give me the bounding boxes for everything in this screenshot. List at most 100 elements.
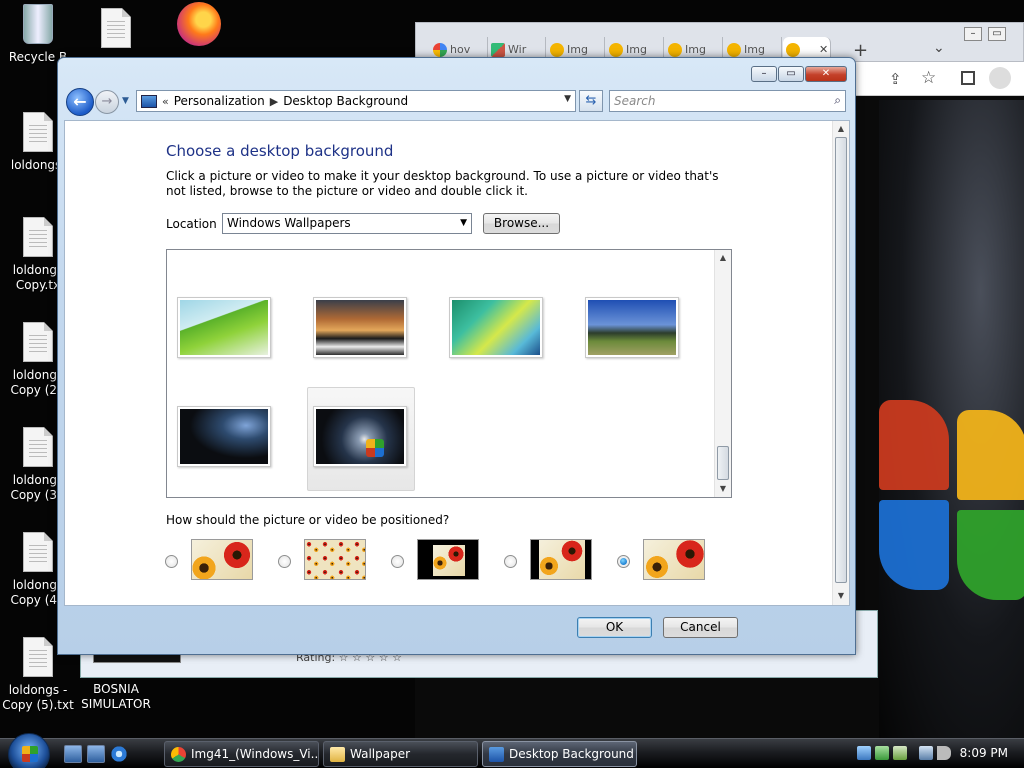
refresh-button[interactable]: ⇆ [579, 90, 603, 112]
back-button[interactable]: ← [66, 88, 94, 116]
windows-logo-icon [366, 439, 384, 457]
control-panel-icon [141, 94, 157, 108]
scroll-thumb[interactable] [835, 137, 847, 583]
scroll-thumb[interactable] [717, 446, 729, 480]
position-tile-preview[interactable] [304, 539, 366, 580]
firefox-icon [177, 2, 221, 46]
position-tile-radio[interactable] [278, 555, 291, 568]
search-icon[interactable]: ⌕ [834, 93, 841, 108]
wallpaper-gallery[interactable]: ▲ ▼ [166, 249, 732, 498]
taskbar-button-label: Img41_(Windows_Vi... [191, 747, 319, 761]
windows-logo-icon [22, 746, 38, 762]
desktop-icon-text-file[interactable] [78, 8, 154, 54]
share-icon[interactable]: ⇪ [889, 70, 902, 88]
minimize-button[interactable]: – [751, 66, 777, 82]
bookmark-star-icon[interactable]: ☆ [921, 68, 936, 88]
search-input[interactable]: Search ⌕ [609, 90, 846, 112]
new-tab-button[interactable]: + [853, 40, 868, 61]
refresh-icon: ⇆ [585, 93, 597, 108]
flower-icon [727, 43, 741, 57]
position-question: How should the picture or video be posit… [166, 513, 450, 527]
scroll-down-arrow-icon[interactable]: ▼ [715, 481, 731, 497]
wallpaper-aurora-green[interactable] [449, 297, 543, 358]
scroll-up-arrow-icon[interactable]: ▲ [833, 121, 849, 137]
text-file-icon [23, 322, 53, 362]
chrome-viewport[interactable] [879, 100, 1024, 738]
breadcrumb-personalization[interactable]: Personalization [174, 94, 265, 108]
cancel-button[interactable]: Cancel [663, 617, 738, 638]
arrow-right-icon: → [101, 94, 113, 109]
chevron-right-icon: ▶ [269, 94, 279, 108]
position-stretch-preview[interactable] [191, 539, 253, 580]
location-value: Windows Wallpapers [227, 216, 351, 230]
chrome-restore-button[interactable]: ▭ [988, 27, 1006, 41]
taskbar-button-desktop-background[interactable]: Desktop Background [482, 741, 637, 767]
page-title: Choose a desktop background [166, 142, 394, 160]
position-fit-preview[interactable] [530, 539, 592, 580]
security-icon[interactable] [893, 746, 907, 760]
tab-search-button[interactable]: ⌄ [933, 40, 945, 56]
taskbar-button-label: Desktop Background [509, 747, 634, 761]
personalization-icon [489, 747, 504, 762]
scroll-down-arrow-icon[interactable]: ▼ [833, 588, 849, 604]
position-center-radio[interactable] [391, 555, 404, 568]
chevron-down-icon: ▼ [460, 218, 467, 228]
taskbar-button-wallpaper[interactable]: Wallpaper [323, 741, 478, 767]
chrome-icon [171, 747, 186, 762]
position-center-preview[interactable] [417, 539, 479, 580]
location-label: Location [166, 217, 217, 231]
flower-icon [786, 43, 800, 57]
breadcrumb-overflow[interactable]: « [162, 95, 169, 108]
recent-pages-dropdown[interactable]: ▼ [122, 96, 132, 108]
wikimedia-icon [491, 43, 505, 57]
desktop-icon-bosnia-simulator[interactable]: BOSNIA SIMULATOR [78, 682, 154, 712]
system-tray: 8:09 PM [854, 739, 1024, 768]
position-fill-preview[interactable] [643, 539, 705, 580]
taskbar-button-chrome[interactable]: Img41_(Windows_Vi... [164, 741, 319, 767]
chrome-tab-label: Img [626, 43, 647, 56]
chrome-tab-label: Img [744, 43, 765, 56]
start-button[interactable] [8, 733, 50, 768]
wallpaper-mountain-lake[interactable] [313, 297, 407, 358]
wallpaper-palm-leaf[interactable] [177, 297, 271, 358]
switch-windows-icon[interactable] [87, 745, 105, 763]
position-fill-radio[interactable] [617, 555, 630, 568]
folder-icon [330, 747, 345, 762]
content-scrollbar[interactable]: ▲ ▼ [832, 121, 849, 605]
ok-button[interactable]: OK [577, 617, 652, 638]
flower-icon [668, 43, 682, 57]
side-panel-icon[interactable] [961, 71, 975, 85]
flower-icon [550, 43, 564, 57]
gallery-scrollbar[interactable]: ▲ ▼ [714, 250, 731, 497]
wallpaper-aurora-dark[interactable] [177, 406, 271, 467]
breadcrumb-desktop-background[interactable]: Desktop Background [283, 94, 408, 108]
desktop-icon-firefox[interactable] [156, 2, 232, 48]
clock[interactable]: 8:09 PM [960, 746, 1008, 760]
desktop-background-window[interactable]: – ▭ ✕ ← → ▼ « Personalization ▶ Desktop … [57, 57, 856, 655]
arrow-left-icon: ← [73, 92, 87, 111]
position-fit-radio[interactable] [504, 555, 517, 568]
position-stretch-radio[interactable] [165, 555, 178, 568]
sync-icon[interactable] [875, 746, 889, 760]
wallpaper-windows-flag[interactable] [313, 406, 407, 467]
location-select[interactable]: Windows Wallpapers ▼ [222, 213, 472, 234]
text-file-icon [23, 532, 53, 572]
desktop-icon-recycle-bin[interactable]: Recycle B [0, 4, 76, 65]
maximize-button[interactable]: ▭ [778, 66, 804, 82]
page-description: Click a picture or video to make it your… [166, 169, 719, 198]
scroll-up-arrow-icon[interactable]: ▲ [715, 250, 731, 266]
chrome-minimize-button[interactable]: – [964, 27, 982, 41]
internet-explorer-icon[interactable] [110, 745, 128, 763]
address-bar[interactable]: « Personalization ▶ Desktop Background ▼ [136, 90, 576, 112]
network-icon[interactable] [857, 746, 871, 760]
show-desktop-icon[interactable] [64, 745, 82, 763]
wallpaper-tree-field[interactable] [585, 297, 679, 358]
browse-button[interactable]: Browse... [483, 213, 560, 234]
profile-icon[interactable] [989, 67, 1011, 89]
forward-button[interactable]: → [95, 90, 119, 114]
close-button[interactable]: ✕ [805, 66, 847, 82]
display-icon[interactable] [919, 746, 933, 760]
desktop-icon-label: loldongs - Copy (5).txt [2, 683, 74, 712]
chevron-down-icon[interactable]: ▼ [564, 94, 571, 104]
volume-icon[interactable] [937, 746, 951, 760]
